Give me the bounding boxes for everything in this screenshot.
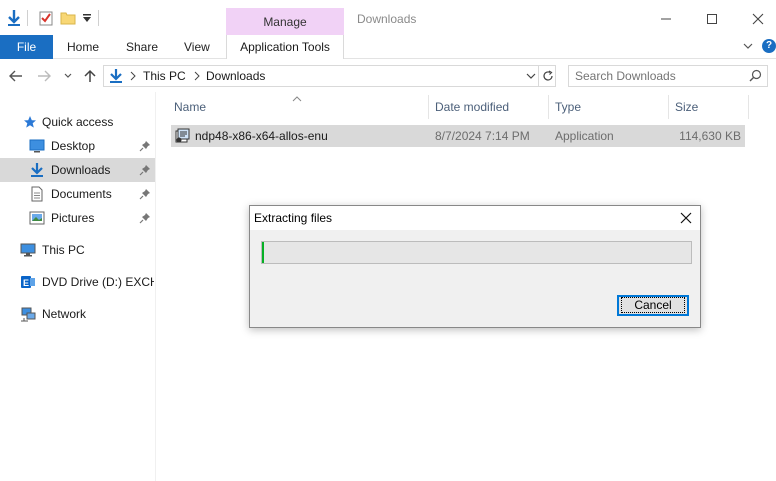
tab-share[interactable]: Share <box>126 35 158 59</box>
column-divider[interactable] <box>668 95 669 119</box>
table-row[interactable]: ndp48-x86-x64-allos-enu 8/7/2024 7:14 PM… <box>171 125 745 147</box>
breadcrumb-this-pc[interactable]: This PC <box>143 69 186 83</box>
installer-app-icon <box>175 128 191 147</box>
sidebar-item-label: Downloads <box>51 163 111 177</box>
column-divider[interactable] <box>548 95 549 119</box>
tab-file[interactable]: File <box>0 35 53 59</box>
up-button[interactable] <box>82 68 98 84</box>
dialog-title-bar: Extracting files <box>250 206 700 230</box>
column-divider[interactable] <box>428 95 429 119</box>
minimize-button[interactable] <box>651 8 681 30</box>
breadcrumb-downloads[interactable]: Downloads <box>206 69 265 83</box>
exchange-disc-icon: E <box>20 274 36 290</box>
network-icon <box>20 306 36 322</box>
sidebar-item-quick-access[interactable]: Quick access <box>0 110 155 134</box>
address-bar[interactable]: This PC Downloads <box>103 65 556 87</box>
ribbon-tabs: File Home Share View Application Tools ? <box>0 35 776 59</box>
dialog-title: Extracting files <box>254 211 333 225</box>
sidebar-item-label: Documents <box>51 187 112 201</box>
window-title: Downloads <box>357 12 417 26</box>
column-header-name[interactable]: Name <box>174 95 206 119</box>
extract-progress-bar <box>261 241 692 264</box>
search-input[interactable] <box>575 68 745 84</box>
cancel-button[interactable]: Cancel <box>617 295 689 316</box>
pin-icon[interactable] <box>139 140 151 152</box>
back-button[interactable] <box>8 68 24 84</box>
star-icon <box>22 114 38 130</box>
sidebar-item-label: Desktop <box>51 139 96 153</box>
forward-button[interactable] <box>36 68 52 84</box>
dialog-close-button[interactable] <box>676 209 696 227</box>
chevron-right-icon <box>194 70 200 84</box>
sort-ascending-icon <box>292 91 302 105</box>
file-name[interactable]: ndp48-x86-x64-allos-enu <box>195 129 328 143</box>
refresh-icon[interactable] <box>541 69 555 83</box>
file-type: Application <box>555 129 614 143</box>
sidebar-item-desktop[interactable]: Desktop <box>0 134 155 158</box>
progress-fill <box>262 242 264 263</box>
pictures-icon <box>29 210 45 226</box>
tab-manage[interactable]: Manage <box>226 8 344 36</box>
separator <box>27 10 28 26</box>
sidebar-item-pictures[interactable]: Pictures <box>0 206 155 230</box>
help-button[interactable]: ? <box>762 38 776 54</box>
sidebar-item-label: Network <box>42 307 87 321</box>
sidebar-item-label: This PC <box>42 243 85 257</box>
navigation-pane: Quick access Desktop Downloads Documents <box>0 92 156 481</box>
sidebar-item-dvd-drive[interactable]: E DVD Drive (D:) EXCHA <box>0 270 155 294</box>
separator <box>538 66 539 86</box>
file-date-modified: 8/7/2024 7:14 PM <box>435 129 530 143</box>
address-dropdown-icon[interactable] <box>524 70 538 82</box>
cancel-button-label: Cancel <box>621 297 685 313</box>
tab-application-tools[interactable]: Application Tools <box>226 35 344 59</box>
sidebar-item-documents[interactable]: Documents <box>0 182 155 206</box>
tab-view[interactable]: View <box>184 35 210 59</box>
chevron-right-icon <box>130 70 136 84</box>
new-folder-icon[interactable] <box>58 8 78 28</box>
column-header-type[interactable]: Type <box>555 95 581 119</box>
computer-icon <box>20 242 36 258</box>
help-icon: ? <box>762 39 776 53</box>
properties-icon[interactable] <box>36 8 56 28</box>
download-arrow-icon <box>29 162 45 178</box>
pin-icon[interactable] <box>139 164 151 176</box>
desktop-folder-icon <box>29 138 45 154</box>
sidebar-item-downloads[interactable]: Downloads <box>0 158 155 182</box>
close-button[interactable] <box>743 8 773 30</box>
search-box[interactable] <box>568 65 768 87</box>
document-icon <box>29 186 45 202</box>
explorer-download-icon <box>4 8 24 28</box>
separator <box>98 10 99 26</box>
tab-home[interactable]: Home <box>67 35 99 59</box>
sidebar-item-label: DVD Drive (D:) EXCHA <box>42 275 154 289</box>
download-location-icon <box>109 68 123 87</box>
sidebar-item-label: Quick access <box>42 115 114 129</box>
recent-locations-button[interactable] <box>62 68 74 84</box>
sidebar-item-label: Pictures <box>51 211 95 225</box>
maximize-button[interactable] <box>697 8 727 30</box>
column-header-date-modified[interactable]: Date modified <box>435 95 509 119</box>
file-size: 114,630 KB <box>679 129 741 143</box>
extracting-files-dialog: Extracting files Cancel <box>249 205 701 328</box>
svg-text:E: E <box>23 278 29 288</box>
pin-icon[interactable] <box>139 188 151 200</box>
close-icon <box>680 212 692 224</box>
sidebar-item-network[interactable]: Network <box>0 302 155 326</box>
customize-toolbar-icon[interactable] <box>80 8 94 28</box>
column-divider[interactable] <box>748 95 749 119</box>
search-icon[interactable] <box>749 69 762 85</box>
column-header-size[interactable]: Size <box>675 95 698 119</box>
sidebar-item-this-pc[interactable]: This PC <box>0 238 155 262</box>
pin-icon[interactable] <box>139 212 151 224</box>
expand-ribbon-icon[interactable] <box>741 38 755 54</box>
title-bar: Manage Downloads <box>0 0 776 36</box>
